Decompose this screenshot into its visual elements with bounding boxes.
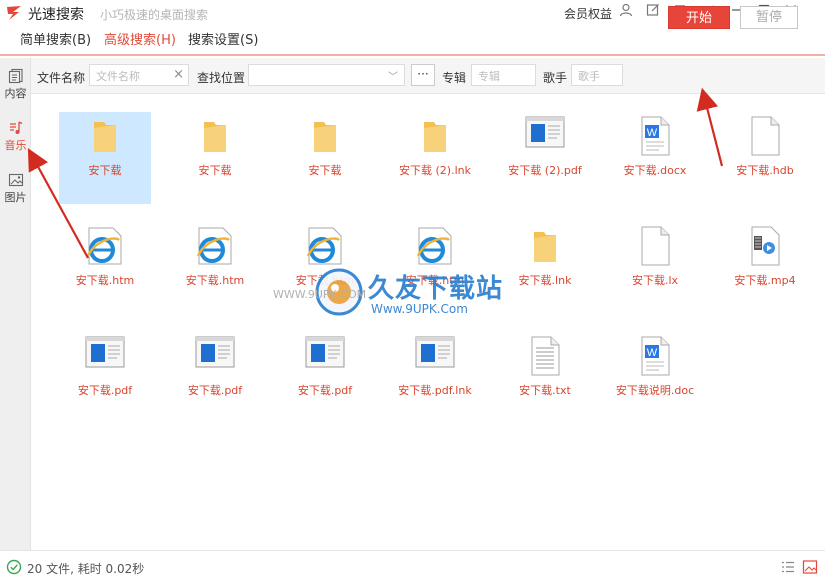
file-item[interactable]: 安下载.pdf <box>279 332 371 424</box>
mp4-file-icon <box>719 226 811 274</box>
svg-text:W: W <box>647 347 658 359</box>
ie-file-icon <box>59 226 151 274</box>
status-text: 20 文件, 耗时 0.02秒 <box>27 562 145 576</box>
singer-input[interactable]: 歌手 <box>571 64 623 86</box>
document-icon <box>8 68 23 84</box>
status-bar: 20 文件, 耗时 0.02秒 <box>0 550 825 583</box>
location-select[interactable]: ﹀ <box>248 64 405 86</box>
album-input[interactable]: 专辑 <box>471 64 536 86</box>
search-toolbar: 文件名称 文件名称 × 查找位置 ﹀ ··· 专辑 专辑 歌手 歌手 <box>31 58 825 94</box>
app-subtitle: 小巧极速的桌面搜索 <box>100 8 209 22</box>
sidebar-label-music: 音乐 <box>4 139 27 152</box>
file-item[interactable]: 安下载.pdf.lnk <box>389 332 481 424</box>
filename-input[interactable]: 文件名称 × <box>89 64 189 86</box>
album-label: 专辑 <box>442 71 467 85</box>
file-name: 安下载 <box>308 164 342 177</box>
svg-text:W: W <box>647 127 658 139</box>
image-icon <box>8 173 23 187</box>
filename-placeholder: 文件名称 <box>96 70 140 83</box>
file-name: 安下载.txt <box>519 384 571 397</box>
start-button[interactable]: 开始 <box>668 6 730 29</box>
file-item[interactable]: 安下载 (2).lnk <box>389 112 481 204</box>
file-name: 安下载.lx <box>631 274 679 287</box>
file-item[interactable]: 安下载.htm <box>59 222 151 314</box>
txt-file-icon <box>499 336 591 384</box>
file-item[interactable]: 安下载 <box>59 112 151 204</box>
file-item[interactable]: 安下载 (2).pdf <box>499 112 591 204</box>
watermark-url: Www.9UPK.Com <box>371 302 468 316</box>
pdf-file-icon <box>499 116 591 164</box>
file-name: 安下载 (2).lnk <box>399 164 471 177</box>
sidebar-label-content: 内容 <box>4 87 27 100</box>
file-item[interactable]: 安下载 <box>279 112 371 204</box>
file-item[interactable]: 安下载.lx <box>609 222 701 314</box>
file-name: 安下载.htm <box>185 274 245 287</box>
list-view-icon[interactable] <box>780 559 796 575</box>
sidebar-item-music[interactable]: 音乐 <box>0 118 31 162</box>
file-name: 安下载 <box>88 164 122 177</box>
pdf-file-icon <box>59 336 151 384</box>
file-item[interactable]: 安下载.pdf <box>59 332 151 424</box>
filename-label: 文件名称 <box>37 71 86 85</box>
folder-file-icon <box>59 116 151 164</box>
menu-divider <box>0 54 825 56</box>
folder-file-icon <box>389 116 481 164</box>
file-item[interactable]: 安下载 <box>169 112 261 204</box>
file-name: 安下载 <box>198 164 232 177</box>
ie-file-icon <box>169 226 261 274</box>
docx-file-icon: W <box>609 336 701 384</box>
blank-file-icon <box>609 226 701 274</box>
app-logo-icon <box>7 6 21 20</box>
file-item[interactable]: 安下载.hdb <box>719 112 811 204</box>
location-label: 查找位置 <box>197 71 246 85</box>
pdf-file-icon <box>169 336 261 384</box>
file-name: 安下载.docx <box>623 164 687 177</box>
check-circle-icon <box>6 559 22 575</box>
category-sidebar: 内容 音乐 图片 <box>0 58 31 550</box>
menu-search-settings[interactable]: 搜索设置(S) <box>188 29 258 48</box>
pdf-file-icon <box>389 336 481 384</box>
singer-label: 歌手 <box>543 71 568 85</box>
app-title: 光速搜索 <box>28 7 84 23</box>
docx-file-icon: W <box>609 116 701 164</box>
music-icon <box>9 121 22 134</box>
menu-advanced-search[interactable]: 高级搜索(H) <box>104 29 176 48</box>
file-name: 安下载.pdf <box>77 384 133 397</box>
file-item[interactable]: 安下载.mp4 <box>719 222 811 314</box>
sidebar-item-image[interactable]: 图片 <box>0 170 31 214</box>
file-name: 安下载说明.doc <box>615 384 695 397</box>
pause-button[interactable]: 暂停 <box>740 6 798 29</box>
menu-simple-search[interactable]: 简单搜索(B) <box>20 29 91 48</box>
clear-icon[interactable]: × <box>173 67 184 82</box>
user-icon[interactable] <box>617 3 635 21</box>
blank-file-icon <box>719 116 811 164</box>
file-item[interactable]: 安下载.pdf <box>169 332 261 424</box>
file-name: 安下载 (2).pdf <box>508 164 582 177</box>
file-item[interactable]: 安下载.htm <box>169 222 261 314</box>
file-name: 安下载.pdf <box>297 384 353 397</box>
pdf-file-icon <box>279 336 371 384</box>
sidebar-label-image: 图片 <box>4 191 27 204</box>
file-item[interactable]: 安下载.txt <box>499 332 591 424</box>
watermark-side-text: WWW.9UPK.COM <box>273 288 367 301</box>
file-name: 安下载.pdf.lnk <box>398 384 472 397</box>
watermark: 久友下载站 Www.9UPK.Com WWW.9UPK.COM <box>273 260 525 326</box>
file-name: 安下载.pdf <box>187 384 243 397</box>
album-placeholder: 专辑 <box>478 70 500 83</box>
file-item[interactable]: W 安下载.docx <box>609 112 701 204</box>
folder-file-icon <box>279 116 371 164</box>
folder-file-icon <box>169 116 261 164</box>
sidebar-item-content[interactable]: 内容 <box>0 66 31 110</box>
file-name: 安下载.hdb <box>736 164 794 177</box>
thumbnail-view-icon[interactable] <box>802 559 818 575</box>
file-name: 安下载.mp4 <box>734 274 796 287</box>
singer-placeholder: 歌手 <box>578 70 600 83</box>
file-name: 安下载.htm <box>75 274 135 287</box>
feedback-icon[interactable] <box>644 3 662 21</box>
browse-more-button[interactable]: ··· <box>411 64 435 86</box>
vip-link[interactable]: 会员权益 <box>564 5 612 22</box>
file-item[interactable]: W 安下载说明.doc <box>609 332 701 424</box>
chevron-down-icon: ﹀ <box>388 72 398 83</box>
watermark-title: 久友下载站 <box>368 274 504 304</box>
